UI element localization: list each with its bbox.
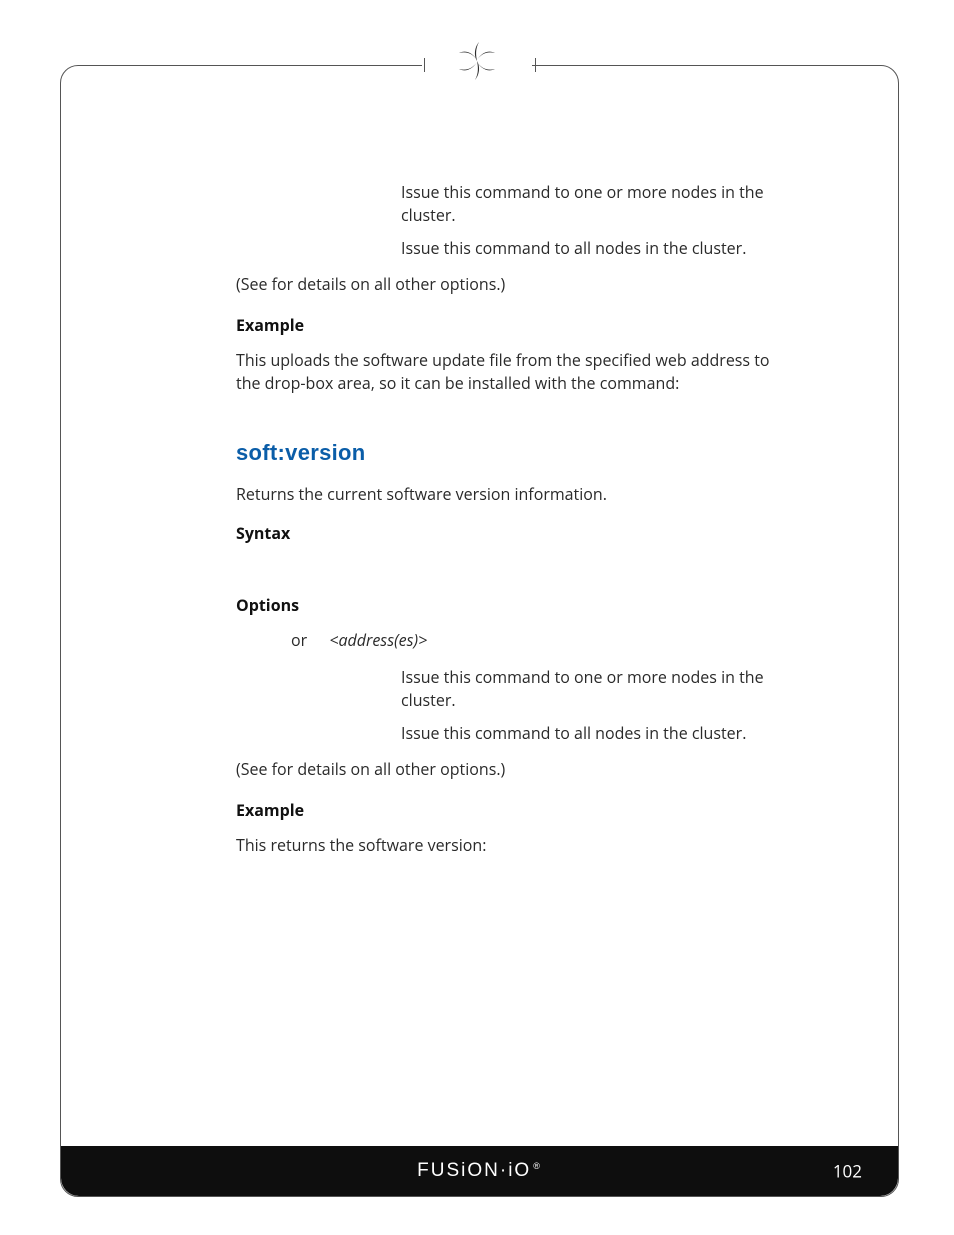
example-heading-2: Example xyxy=(236,799,798,822)
options-heading: Options xyxy=(236,594,798,617)
see2-prefix: (See xyxy=(236,758,272,780)
options-addresses: <address(es)> xyxy=(329,629,427,651)
example-text-2: This returns the software version: xyxy=(236,834,798,857)
fusion-io-leaf-icon xyxy=(452,36,502,86)
page-frame: Issue this command to one or more nodes … xyxy=(60,65,899,1197)
example-text-1: This uploads the software update file fr… xyxy=(236,349,798,395)
registered-mark: ® xyxy=(533,1161,542,1171)
option2-issue-all: Issue this command to all nodes in the c… xyxy=(401,722,798,745)
see-note-2: (See for details on all other options.) xyxy=(236,758,798,781)
soft-version-description: Returns the current software version inf… xyxy=(236,483,798,506)
page-number: 102 xyxy=(833,1160,862,1183)
see-note-1: (See for details on all other options.) xyxy=(236,273,798,296)
rule-tick-right xyxy=(535,58,536,72)
example-heading-1: Example xyxy=(236,314,798,337)
rule-tick-left xyxy=(424,58,425,72)
option-issue-all: Issue this command to all nodes in the c… xyxy=(401,237,798,260)
page-content: Issue this command to one or more nodes … xyxy=(236,181,798,869)
example1-part-a: This uploads the xyxy=(236,349,363,371)
footer-brand-text: FUSiON·iO xyxy=(417,1160,531,1181)
section-title-soft-version: soft:version xyxy=(236,437,798,469)
example1-part-c: command: xyxy=(600,372,680,394)
option-issue-some: Issue this command to one or more nodes … xyxy=(401,181,798,227)
option2-issue-some: Issue this command to one or more nodes … xyxy=(401,666,798,712)
page-footer: FUSiON·iO® 102 xyxy=(61,1146,898,1196)
syntax-heading: Syntax xyxy=(236,522,798,545)
prev-options-block: Issue this command to one or more nodes … xyxy=(401,181,798,261)
options-row: or <address(es)> xyxy=(236,629,798,652)
footer-brand: FUSiON·iO® xyxy=(417,1160,542,1182)
see-prefix: (See xyxy=(236,273,272,295)
options-or: or xyxy=(291,629,307,652)
see-suffix: for details on all other options.) xyxy=(272,273,506,295)
see2-suffix: for details on all other options.) xyxy=(272,758,506,780)
options-block-2: Issue this command to one or more nodes … xyxy=(401,666,798,746)
